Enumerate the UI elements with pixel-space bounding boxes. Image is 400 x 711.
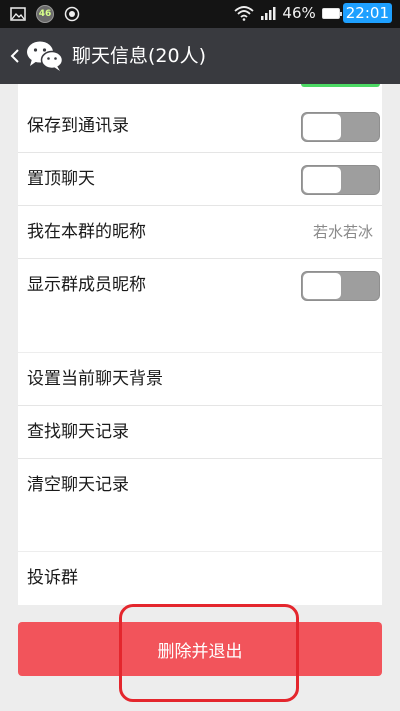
row-save-to-contacts[interactable]: 保存到通讯录 — [18, 100, 382, 153]
row-label: 设置当前聊天背景 — [27, 369, 163, 389]
row-label: 显示群成员昵称 — [27, 275, 146, 295]
toggle-knob — [303, 114, 341, 140]
row-label: 保存到通讯录 — [27, 116, 129, 136]
row-my-group-nickname[interactable]: 我在本群的昵称 若水若冰 — [18, 206, 382, 259]
toggle-knob — [303, 273, 341, 299]
status-bar-right: 46% 22:01 — [234, 3, 392, 23]
status-time: 22:01 — [342, 3, 392, 23]
row-clear-chat-history[interactable]: 清空聊天记录 — [18, 459, 382, 512]
chat-info-header: 聊天信息(20人) — [0, 28, 400, 84]
signal-icon — [261, 7, 276, 20]
save-to-contacts-toggle[interactable] — [301, 112, 380, 142]
row-label: 查找聊天记录 — [27, 422, 129, 442]
page-title: 聊天信息(20人) — [72, 45, 207, 67]
status-bar-left: 46 — [10, 5, 80, 23]
chevron-left-icon[interactable] — [8, 44, 22, 68]
row-report-group[interactable]: 投诉群 — [18, 552, 382, 605]
group2-bottom-padding — [18, 512, 382, 551]
battery-icon — [321, 7, 342, 19]
status-bar: 46 46% 22:01 — [0, 0, 400, 28]
nickname-value: 若水若冰 — [312, 223, 373, 241]
wechat-logo-icon — [27, 41, 64, 71]
row-show-member-nicknames[interactable]: 显示群成员昵称 — [18, 259, 382, 312]
row-set-chat-background[interactable]: 设置当前聊天背景 — [18, 353, 382, 406]
row-search-chat-history[interactable]: 查找聊天记录 — [18, 406, 382, 459]
pin-chat-toggle[interactable] — [301, 165, 380, 195]
row-label: 投诉群 — [27, 568, 78, 588]
battery-percent: 46% — [282, 4, 316, 22]
battery-time-group: 22:01 — [321, 3, 392, 23]
image-icon — [10, 7, 26, 21]
toggle-on-partial[interactable] — [301, 84, 380, 87]
row-label: 我在本群的昵称 — [27, 222, 146, 242]
row-label: 置顶聊天 — [27, 169, 95, 189]
row-label: 清空聊天记录 — [27, 475, 129, 495]
group1-bottom-padding — [18, 312, 382, 352]
row-pin-chat[interactable]: 置顶聊天 — [18, 153, 382, 206]
show-member-nicknames-toggle[interactable] — [301, 271, 380, 301]
network-46-icon: 46 — [36, 5, 54, 23]
record-icon — [64, 6, 80, 22]
delete-and-exit-button[interactable]: 删除并退出 — [18, 622, 382, 676]
wifi-icon — [234, 6, 255, 21]
toggle-knob — [303, 167, 341, 193]
